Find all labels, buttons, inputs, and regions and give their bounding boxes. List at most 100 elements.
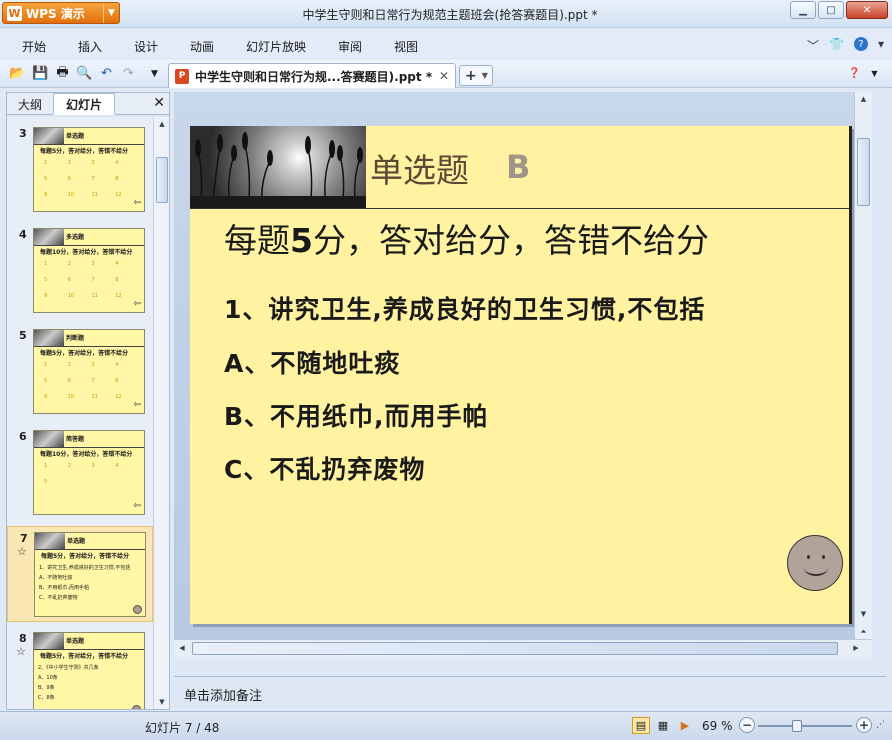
thumbnail-number-grid: 1 2 3 4 5 6 7 8 9 10 11 12 [44, 160, 139, 198]
new-tab-button[interactable]: + ▼ [459, 65, 493, 86]
menu-right-tools: ﹀ 👕 ? ▾ [807, 37, 884, 54]
title-bar: W WPS 演示 ▼ 中学生守则和日常行为规范主题班会(抢答赛题目).ppt *… [0, 0, 892, 28]
return-arrow-icon: ⇦ [133, 501, 141, 511]
thumbnail-title: 判断题 [66, 335, 85, 342]
scrollbar-thumb[interactable] [857, 138, 870, 206]
thumbnail-list[interactable]: 3 单选题 每题5分，答对给分，答错不给分 1 2 3 4 5 6 7 8 9 10 11 12 ⇦ 4 多选题每… [7, 117, 153, 709]
print-icon[interactable]: 🖶 [54, 65, 71, 82]
zoom-slider-knob[interactable] [792, 720, 802, 732]
slide-thumbnail[interactable]: 4 多选题 每题10分，答对给分，答错不给分 1 2 3 4 5 6 7 8 9 10 11 12 ⇦ [7, 223, 153, 319]
slide-answer-letter[interactable]: B [506, 148, 530, 186]
slide-thumbnail[interactable]: 5 判断题 每题5分，答对给分，答错不给分 1 2 3 4 5 6 7 8 9 10 11 12 ⇦ [7, 324, 153, 420]
chevron-down-icon[interactable]: ﹀ [807, 37, 819, 54]
thumbnail-number: 5 [19, 329, 27, 342]
thumbnail-preview: 判断题 每题5分，答对给分，答错不给分 1 2 3 4 5 6 7 8 9 10 11 12 ⇦ [33, 329, 145, 414]
close-button[interactable]: ✕ [846, 1, 888, 19]
menu-home[interactable]: 开始 [22, 38, 46, 55]
scroll-down-icon[interactable]: ▼ [855, 607, 872, 621]
scroll-down-icon[interactable]: ▼ [154, 695, 170, 709]
zoom-out-button[interactable]: − [739, 717, 755, 733]
menu-design[interactable]: 设计 [134, 38, 158, 55]
menu-review[interactable]: 审阅 [338, 38, 362, 55]
zoom-slider[interactable] [758, 720, 852, 732]
thumbnail-line: B、不用纸巾,而用手帕 [39, 585, 90, 591]
tab-outline[interactable]: 大纲 [7, 93, 53, 115]
scrollbar-thumb[interactable] [192, 642, 838, 655]
smiley-face-shape[interactable] [787, 535, 843, 591]
notes-pane[interactable]: 单击添加备注 [174, 676, 886, 708]
wps-app-menu-button[interactable]: W WPS 演示 ▼ [2, 2, 120, 24]
scrollbar-thumb[interactable] [156, 157, 168, 203]
document-tab[interactable]: P 中学生守则和日常行为规...答赛题目).ppt * ✕ [168, 63, 456, 88]
slide-title[interactable]: 单选题 [370, 144, 469, 192]
chevron-down-icon[interactable]: ▼ [866, 65, 883, 82]
close-panel-icon[interactable]: ✕ [153, 95, 165, 111]
thumbnail-grid-item: 6 [67, 277, 71, 283]
slide-sorter-icon[interactable]: ▦ [654, 717, 672, 734]
thumbnail-grid-item: 5 [44, 277, 48, 283]
slide-thumbnail[interactable]: 6 简答题 每题10分，答对给分，答错不给分 1 2 3 4 5 ⇦ [7, 425, 153, 521]
thumbnail-grid-item: 11 [91, 394, 98, 400]
tab-slides[interactable]: 幻灯片 [53, 93, 115, 115]
editor-vertical-scrollbar[interactable]: ▲ ▼ ⏶ ⏷ [854, 92, 872, 657]
option-c[interactable]: C、不乱扔弃废物 [224, 450, 425, 486]
zoom-level: 69 % [702, 719, 733, 733]
menu-animation[interactable]: 动画 [190, 38, 214, 55]
slide-editor[interactable]: 单选题 B 每题5分，答对给分，答错不给分 1、讲究卫生,养成良好的卫生习惯,不… [174, 92, 872, 657]
menu-view[interactable]: 视图 [394, 38, 418, 55]
undo-icon[interactable]: ↶ [98, 65, 115, 82]
current-slide[interactable]: 单选题 B 每题5分，答对给分，答错不给分 1、讲究卫生,养成良好的卫生习惯,不… [190, 126, 852, 624]
thumbnail-grid-item: 8 [115, 277, 119, 283]
thumbnail-grid-item: 1 [44, 463, 48, 469]
thumbnail-grid-item: 5 [44, 378, 48, 384]
menu-bar: 开始 插入 设计 动画 幻灯片放映 审阅 视图 ﹀ 👕 ? ▾ [0, 28, 892, 60]
close-tab-icon[interactable]: ✕ [439, 69, 449, 83]
thumbnail-image [34, 128, 64, 144]
thumbnail-text: 每题5分，答对给分，答错不给分 [41, 553, 130, 560]
print-preview-icon[interactable]: 🔍 [76, 65, 93, 82]
help-icon[interactable]: ❓ [846, 65, 863, 82]
thumbnail-number: 3 [19, 127, 27, 140]
editor-horizontal-scrollbar[interactable]: ◀ ▶ [174, 639, 872, 657]
customize-toolbar-icon[interactable]: ▼ [146, 65, 163, 82]
chevron-down-icon[interactable]: ▼ [482, 71, 488, 80]
open-folder-icon[interactable]: 📂 [9, 65, 26, 82]
ppt-file-icon: P [175, 68, 189, 84]
help-icon[interactable]: ? [853, 37, 868, 51]
option-b[interactable]: B、不用纸巾,而用手帕 [224, 397, 489, 433]
thumbnail-divider [34, 649, 144, 650]
question-text[interactable]: 1、讲究卫生,养成良好的卫生习惯,不包括 [224, 290, 705, 326]
slide-thumbnail[interactable]: 3 单选题 每题5分，答对给分，答错不给分 1 2 3 4 5 6 7 8 9 10 11 12 ⇦ [7, 122, 153, 218]
scroll-right-icon[interactable]: ▶ [848, 641, 864, 655]
scroll-up-icon[interactable]: ▲ [855, 92, 872, 106]
thumbnail-lines: 2、《中小学生守则》共几条 A、10条 B、9条 C、8条 [38, 663, 99, 703]
thumbnail-number-grid: 1 2 3 4 5 6 7 8 9 10 11 12 [44, 261, 139, 299]
scroll-left-icon[interactable]: ◀ [174, 641, 190, 655]
thumbnail-divider [34, 245, 144, 246]
menu-insert[interactable]: 插入 [78, 38, 102, 55]
scroll-up-icon[interactable]: ▲ [154, 117, 170, 131]
maximize-button[interactable]: □ [818, 1, 844, 19]
slide-thumbnail[interactable]: 7 ☆ 单选题 每题5分，答对给分，答错不给分 1、讲究卫生,养成良好的卫生习惯,不包括… [7, 526, 153, 622]
skin-shirt-icon[interactable]: 👕 [829, 37, 844, 54]
option-a[interactable]: A、不随地吐痰 [224, 344, 400, 380]
previous-slide-icon[interactable]: ⏶ [855, 625, 872, 639]
redo-icon[interactable]: ↷ [120, 65, 137, 82]
thumbnail-number: 6 [19, 430, 27, 443]
chevron-down-icon[interactable]: ▾ [878, 37, 884, 54]
chevron-down-icon[interactable]: ▼ [103, 3, 119, 23]
menu-slideshow[interactable]: 幻灯片放映 [246, 38, 306, 55]
quick-access-toolbar: 📂 💾 🖶 🔍 ↶ ↷ ▼ P 中学生守则和日常行为规...答赛题目).ppt … [0, 60, 892, 88]
notes-placeholder[interactable]: 单击添加备注 [184, 685, 262, 704]
slide-thumbnail[interactable]: 8 ☆ 单选题 每题5分，答对给分，答错不给分 2、《中小学生守则》共几条 A、10条 B、… [7, 627, 153, 709]
slideshow-icon[interactable]: ▶ [676, 717, 694, 734]
slide-subtitle[interactable]: 每题5分，答对给分，答错不给分 [224, 214, 709, 262]
thumbnail-scrollbar[interactable]: ▲ ▼ [153, 117, 169, 709]
thumbnail-divider [34, 144, 144, 145]
normal-view-icon[interactable]: ▤ [632, 717, 650, 734]
save-icon[interactable]: 💾 [32, 65, 49, 82]
minimize-button[interactable]: ▁ [790, 1, 816, 19]
zoom-in-button[interactable]: + [856, 717, 872, 733]
thumbnail-grid-item: 6 [67, 378, 71, 384]
resize-grip-icon[interactable]: ⋰ [876, 720, 885, 730]
